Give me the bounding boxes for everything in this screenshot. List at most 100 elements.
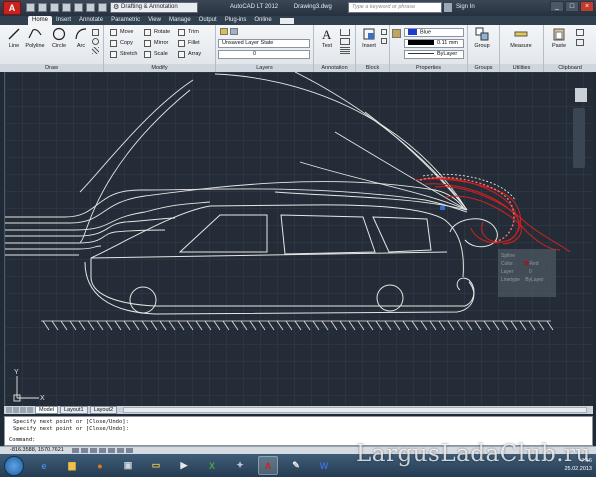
maximize-button[interactable]: □ (565, 1, 579, 12)
layers-panel-title[interactable]: Layers (216, 64, 313, 72)
modify-panel-title[interactable]: Modify (104, 64, 215, 72)
paste-button[interactable]: Paste (548, 27, 570, 49)
polar-toggle-icon[interactable] (99, 448, 106, 453)
lineweight-select[interactable]: 0.11 mm (404, 39, 464, 48)
binoculars-icon[interactable] (444, 3, 452, 12)
match-properties-icon[interactable] (392, 29, 401, 38)
layer-properties-icon[interactable] (220, 28, 228, 35)
fillet-button[interactable]: Fillet (178, 39, 200, 48)
osnap-toggle-icon[interactable] (108, 448, 115, 453)
snap-toggle-icon[interactable] (72, 448, 79, 453)
app-window-icon[interactable]: ▣ (118, 456, 138, 475)
sign-in-link[interactable]: Sign In (456, 4, 475, 10)
close-button[interactable]: × (580, 1, 594, 12)
layer-state-icon[interactable] (230, 28, 238, 35)
measure-button[interactable]: Measure (506, 27, 536, 49)
quick-properties-panel[interactable]: Spline Color Red Layer 0 Linetype ByLaye… (498, 249, 556, 297)
workspace-select[interactable]: Drafting & Annotation (110, 2, 198, 13)
insert-button[interactable]: Insert (358, 27, 380, 49)
tab-home[interactable]: Home (28, 16, 53, 25)
clipboard-panel-title[interactable]: Clipboard (544, 64, 596, 72)
last-layout-arrow-icon[interactable] (27, 407, 33, 413)
groups-panel-title[interactable]: Groups (468, 64, 499, 72)
plot-icon[interactable] (98, 3, 107, 12)
grip-point[interactable] (440, 206, 445, 210)
otrack-toggle-icon[interactable] (117, 448, 124, 453)
first-layout-arrow-icon[interactable] (6, 407, 12, 413)
navigation-bar[interactable] (573, 108, 585, 168)
edit-block-icon[interactable] (381, 38, 387, 44)
application-menu-button[interactable]: A (3, 1, 21, 15)
draw-panel-title[interactable]: Draw (0, 64, 103, 72)
ie-icon[interactable]: e (34, 456, 54, 475)
lineweight-toggle-icon[interactable] (126, 448, 133, 453)
polyline-button[interactable]: Polyline (24, 27, 46, 49)
tab-annotate[interactable]: Annotate (75, 16, 107, 25)
mirror-button[interactable]: Mirror (144, 39, 168, 48)
tab-layout1[interactable]: Layout1 (59, 406, 88, 414)
dimension-icon[interactable] (340, 29, 350, 36)
excel-icon[interactable]: X (202, 456, 222, 475)
tab-manage[interactable]: Manage (165, 16, 195, 25)
layer-state-select[interactable]: Unsaved Layer State (218, 39, 310, 48)
tab-view[interactable]: View (144, 16, 165, 25)
new-icon[interactable] (26, 3, 35, 12)
tab-output[interactable]: Output (195, 16, 221, 25)
start-button[interactable] (4, 456, 24, 476)
undo-icon[interactable] (74, 3, 83, 12)
tab-insert[interactable]: Insert (52, 16, 75, 25)
firefox-icon[interactable]: ● (90, 456, 110, 475)
stretch-button[interactable]: Stretch (110, 50, 137, 59)
block-panel-title[interactable]: Block (356, 64, 389, 72)
horizontal-scrollbar[interactable] (123, 407, 587, 413)
command-prompt[interactable]: Command: (9, 437, 36, 444)
text-button[interactable]: A Text (316, 27, 338, 49)
move-button[interactable]: Move (110, 28, 133, 37)
annotation-panel-title[interactable]: Annotation (314, 64, 355, 72)
hatch-icon[interactable] (92, 47, 99, 54)
viewport-controls[interactable] (575, 88, 587, 102)
grid-toggle-icon[interactable] (81, 448, 88, 453)
scale-button[interactable]: Scale (144, 50, 168, 59)
open-icon[interactable] (38, 3, 47, 12)
rotate-button[interactable]: Rotate (144, 28, 170, 37)
leader-icon[interactable] (340, 38, 350, 45)
tab-parametric[interactable]: Parametric (107, 16, 144, 25)
redo-icon[interactable] (86, 3, 95, 12)
properties-panel-title[interactable]: Properties (390, 64, 467, 72)
utilities-panel-title[interactable]: Utilities (500, 64, 543, 72)
group-button[interactable]: Group (471, 27, 493, 49)
media-player-icon[interactable]: ▶ (174, 456, 194, 475)
word-icon[interactable]: W (314, 456, 334, 475)
notepad-icon[interactable]: ✎ (286, 456, 306, 475)
explorer-icon[interactable]: ▆ (62, 456, 82, 475)
copy-clip-icon[interactable] (576, 39, 584, 46)
linetype-select[interactable]: ByLayer (404, 50, 464, 59)
tab-plug-ins[interactable]: Plug-ins (221, 16, 251, 25)
arc-button[interactable]: Arc (70, 27, 92, 49)
ortho-toggle-icon[interactable] (90, 448, 97, 453)
array-button[interactable]: Array (178, 50, 201, 59)
rectangle-icon[interactable] (92, 29, 99, 36)
line-button[interactable]: Line (3, 27, 25, 49)
tab-model[interactable]: Model (35, 406, 58, 414)
current-layer-select[interactable]: 0 (218, 50, 310, 59)
ribbon-minimize-toggle[interactable] (279, 18, 294, 24)
create-block-icon[interactable] (381, 29, 387, 35)
table-icon[interactable] (340, 47, 350, 54)
save-as-icon[interactable] (62, 3, 71, 12)
color-select[interactable]: Blue (404, 28, 464, 37)
drawing-canvas[interactable]: Y X Spline Color Red Layer 0 Linetype By… (4, 72, 593, 406)
ellipse-icon[interactable] (92, 38, 99, 45)
prev-layout-arrow-icon[interactable] (13, 407, 19, 413)
minimize-button[interactable]: _ (550, 1, 564, 12)
search-input[interactable]: Type a keyword or phrase (348, 2, 442, 13)
tab-layout2[interactable]: Layout2 (89, 406, 118, 414)
tab-online[interactable]: Online (250, 16, 275, 25)
folder-icon[interactable]: ▭ (146, 456, 166, 475)
autocad-icon[interactable]: A (258, 456, 278, 475)
save-icon[interactable] (50, 3, 59, 12)
generic-app-icon[interactable]: ✦ (230, 456, 250, 475)
trim-button[interactable]: Trim (178, 28, 199, 37)
cut-icon[interactable] (576, 29, 584, 36)
